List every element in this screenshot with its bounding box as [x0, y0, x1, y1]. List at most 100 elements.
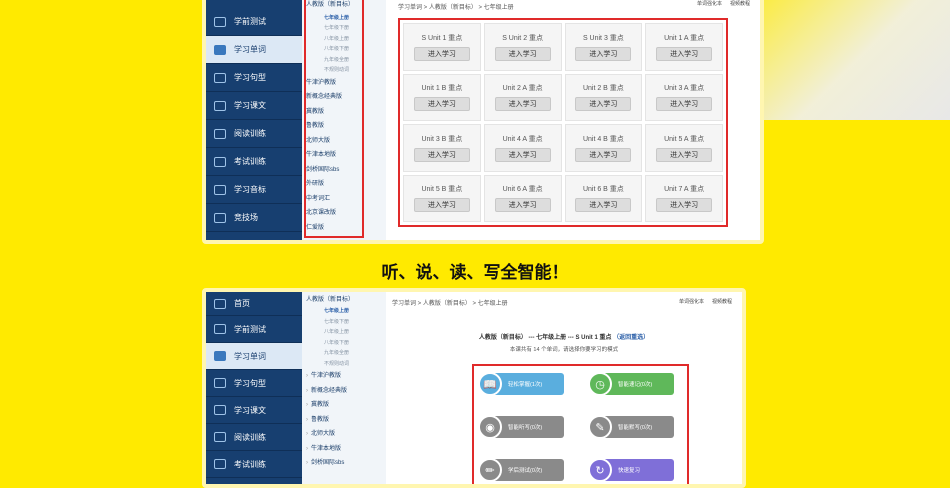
unit-card: Unit 3 B 重点进入学习 — [403, 124, 481, 172]
unit-name: Unit 4 A 重点 — [502, 135, 543, 143]
return-link[interactable]: （返回重选） — [613, 335, 649, 341]
nav-item-pretest[interactable]: 学前测试 — [206, 8, 302, 36]
tree-item[interactable]: 北师大版 — [306, 427, 386, 442]
enter-study-button[interactable]: 进入学习 — [494, 147, 551, 162]
mode-button-memorize[interactable]: ◷ 智能速记(0次) — [588, 372, 674, 396]
unit-name: Unit 6 A 重点 — [502, 186, 543, 194]
unit-name: Unit 4 B 重点 — [582, 135, 624, 143]
top-textbook-tree: 人教版（新目标） 七年级上册 七年级下册 八年级上册 八年级下册 九年级全册 不… — [302, 0, 386, 240]
nav-item-reading[interactable]: 阅读训练 — [206, 424, 302, 451]
nav-item-arena[interactable]: 竞技场 — [206, 204, 302, 232]
exam-icon — [214, 156, 226, 167]
unit-card: Unit 6 A 重点进入学习 — [483, 174, 562, 222]
pen-icon: ✏ — [478, 458, 502, 482]
unit-card: Unit 1 A 重点进入学习 — [645, 23, 723, 71]
enter-study-button[interactable]: 进入学习 — [575, 97, 632, 112]
tree-sub-item[interactable]: 七年级上册 — [306, 306, 386, 317]
nav-item-words[interactable]: 学习单词 — [206, 343, 302, 370]
mode-button-dictation[interactable]: ◉ 智能听写(0次) — [478, 415, 564, 439]
nav-item-pretest[interactable]: 学前测试 — [206, 316, 302, 343]
nav-item-words[interactable]: 学习单词 — [206, 36, 302, 64]
tree-item[interactable]: 牛津沪教版 — [306, 369, 386, 384]
words-icon — [214, 44, 226, 55]
tree-item[interactable]: 鲁教版 — [306, 413, 386, 428]
enter-study-button[interactable]: 进入学习 — [656, 147, 713, 162]
breadcrumb: 学习单词 > 人教版（新目标） > 七年级上册 — [398, 5, 514, 11]
nav-item-reading[interactable]: 阅读训练 — [206, 120, 302, 148]
enter-study-button[interactable]: 进入学习 — [413, 147, 470, 162]
enter-study-button[interactable]: 进入学习 — [575, 198, 632, 213]
nav-item-sentences[interactable]: 学习句型 — [206, 370, 302, 397]
unit-card: Unit 2 A 重点 进入学习 — [483, 73, 562, 121]
enter-study-button[interactable]: 进入学习 — [413, 97, 470, 112]
top-nav-sidebar: 学前测试 学习单词 学习句型 学习课文 阅读训练 考试训练 学习音标 竞技场 — [206, 0, 302, 240]
lesson-title: 人教版（新目标） --- 七年级上册 --- S Unit 1 重点 （返回重选… — [386, 332, 742, 341]
top-screenshot-frame: 学前测试 学习单词 学习句型 学习课文 阅读训练 考试训练 学习音标 竞技场 人… — [202, 0, 764, 244]
sentences-icon — [214, 72, 226, 83]
unit-card: Unit 5 B 重点进入学习 — [403, 174, 481, 222]
nav-item-exam[interactable]: 考试训练 — [206, 148, 302, 176]
vocab-book-link[interactable]: 单词强化本 — [679, 298, 704, 305]
texts-icon — [214, 405, 226, 415]
enter-study-button[interactable]: 进入学习 — [575, 147, 632, 162]
nav-item-exam[interactable]: 考试训练 — [206, 451, 302, 478]
tree-item[interactable]: 牛津本地版 — [306, 442, 386, 457]
unit-name: S Unit 2 重点 — [502, 34, 544, 42]
nav-item-texts[interactable]: 学习课文 — [206, 92, 302, 120]
unit-name: Unit 3 A 重点 — [664, 85, 705, 93]
tree-sub-item[interactable]: 八年级上册 — [306, 327, 386, 338]
globe-icon — [214, 184, 226, 195]
tree-root[interactable]: 人教版（新目标） — [306, 295, 386, 306]
unit-card: Unit 5 A 重点进入学习 — [645, 124, 723, 172]
mode-button-easy[interactable]: 📖 轻松掌握(1次) — [478, 372, 564, 396]
unit-card: S Unit 3 重点 进入学习 — [564, 23, 643, 71]
nav-item-sentences[interactable]: 学习句型 — [206, 64, 302, 92]
unit-card: Unit 6 B 重点 进入学习 — [564, 174, 643, 222]
tree-highlight-box — [304, 0, 364, 238]
enter-study-button[interactable]: 进入学习 — [575, 46, 632, 61]
words-icon — [214, 351, 226, 361]
top-links: 单词强化本 视频教程 — [679, 298, 732, 305]
video-tutorial-link[interactable]: 视频教程 — [712, 298, 732, 305]
tree-sub-item[interactable]: 不规则动词 — [306, 359, 386, 370]
home-icon — [214, 298, 226, 309]
enter-study-button[interactable]: 进入学习 — [413, 198, 470, 213]
tree-sub-item[interactable]: 八年级下册 — [306, 338, 386, 349]
video-tutorial-link[interactable]: 视频教程 — [730, 0, 750, 7]
arena-icon — [214, 212, 226, 223]
nav-item-home[interactable]: 首页 — [206, 292, 302, 316]
enter-study-button[interactable]: 进入学习 — [494, 97, 551, 112]
breadcrumb: 学习单词 > 人教版（新目标） > 七年级上册 — [392, 301, 508, 307]
enter-study-button[interactable]: 进入学习 — [413, 46, 470, 61]
tree-item[interactable]: 冀教版 — [306, 398, 386, 413]
enter-study-button[interactable]: 进入学习 — [494, 46, 551, 61]
unit-cards-grid: S Unit 1 重点 进入学习 S Unit 2 重点 进入学习 S Unit 3… — [398, 18, 728, 227]
tree-item[interactable]: 剑桥国际sbs — [306, 456, 386, 471]
top-main-content: 学习单词 > 人教版（新目标） > 七年级上册 单词强化本 视频教程 S Uni… — [386, 0, 760, 240]
unit-name: Unit 5 A 重点 — [664, 135, 705, 143]
texts-icon — [214, 100, 226, 111]
unit-card: Unit 2 B 重点 进入学习 — [564, 73, 643, 121]
vocab-book-link[interactable]: 单词强化本 — [697, 0, 722, 7]
enter-study-button[interactable]: 进入学习 — [656, 198, 713, 213]
enter-study-button[interactable]: 进入学习 — [494, 198, 551, 213]
tree-sub-item[interactable]: 九年级全册 — [306, 348, 386, 359]
nav-item-phonetics[interactable]: 学习音标 — [206, 176, 302, 204]
top-links: 单词强化本 视频教程 — [697, 0, 750, 7]
word-count-text: 本课共有 14 个单词，请选择你要学习的模式 — [509, 347, 619, 353]
mode-button-spelling[interactable]: ✎ 智能默写(0次) — [588, 415, 674, 439]
unit-name: Unit 1 A 重点 — [664, 34, 705, 42]
lesson-path: 人教版（新目标） --- 七年级上册 --- S Unit 1 重点 — [478, 335, 612, 341]
tree-item[interactable]: 新概念经典版 — [306, 384, 386, 399]
bottom-screenshot-frame: 首页 学前测试 学习单词 学习句型 学习课文 阅读训练 考试训练 人教版（新目标… — [202, 288, 746, 488]
enter-study-button[interactable]: 进入学习 — [656, 97, 713, 112]
headphones-icon: ◉ — [478, 415, 502, 439]
unit-name: Unit 3 B 重点 — [421, 135, 463, 143]
nav-item-texts[interactable]: 学习课文 — [206, 397, 302, 424]
bottom-textbook-tree: 人教版（新目标） 七年级上册 七年级下册 八年级上册 八年级下册 九年级全册 不… — [302, 292, 386, 484]
tree-sub-item[interactable]: 七年级下册 — [306, 317, 386, 328]
unit-name: Unit 5 B 重点 — [421, 186, 463, 194]
enter-study-button[interactable]: 进入学习 — [656, 46, 713, 61]
bottom-main-content: 学习单词 > 人教版（新目标） > 七年级上册 单词强化本 视频教程 人教版（新… — [386, 292, 742, 484]
unit-card: Unit 1 B 重点 进入学习 — [403, 73, 481, 121]
